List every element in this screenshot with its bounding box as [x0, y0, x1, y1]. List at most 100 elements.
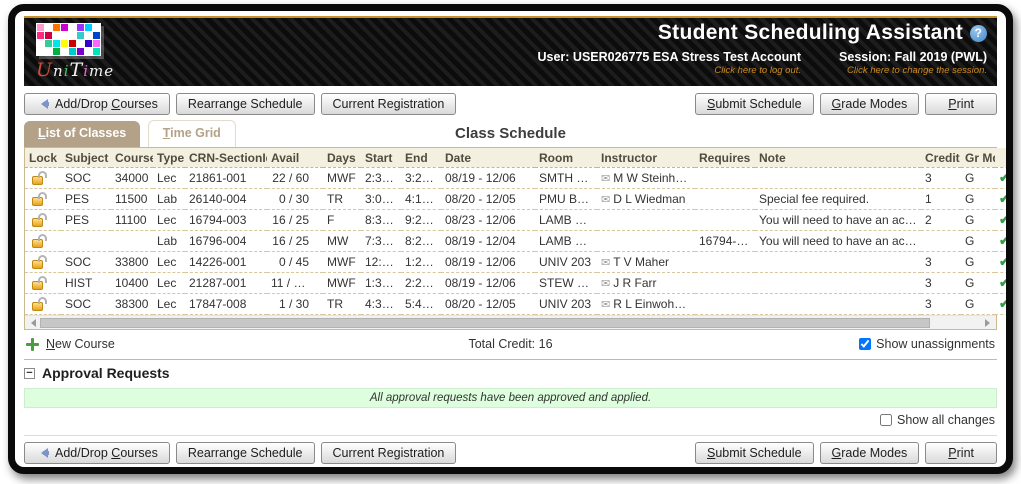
change-session-link[interactable]: Click here to change the session. — [839, 65, 987, 76]
assigned-check-icon: ✔ — [999, 212, 1010, 227]
assigned-check-icon: ✔ — [999, 275, 1010, 290]
new-course-button[interactable]: New Course — [26, 337, 115, 351]
class-row[interactable]: PES11100Lec16794-00316 / 25F8:30a9:20a08… — [25, 210, 1013, 231]
add-drop-courses-button[interactable]: Add/Drop Courses — [24, 93, 170, 115]
column-header-status[interactable] — [995, 148, 1013, 168]
lock-icon[interactable] — [32, 260, 43, 269]
rearrange-schedule-button[interactable]: Rearrange Schedule — [176, 93, 315, 115]
add-drop-courses-button-bottom[interactable]: Add/Drop Courses — [24, 442, 170, 464]
tab-list-of-classes[interactable]: List of Classes — [24, 121, 140, 147]
page: UniTime Student Scheduling Assistant ? U… — [15, 11, 1006, 467]
unitime-logo-mosaic — [36, 23, 101, 56]
envelope-icon: ✉ — [601, 278, 610, 290]
assigned-check-icon: ✔ — [999, 233, 1010, 248]
table-footer: New Course Total Credit: 16 Show unassig… — [24, 330, 997, 359]
print-label: Print — [948, 97, 974, 111]
top-toolbar: Add/Drop Courses Rearrange Schedule Curr… — [24, 86, 997, 120]
rearrange-schedule-button-bottom[interactable]: Rearrange Schedule — [176, 442, 315, 464]
collapse-icon[interactable]: − — [24, 368, 35, 379]
class-schedule-table: LockSubjectCourseTypeCRN-SectionIdAvailD… — [25, 148, 1013, 315]
lock-icon[interactable] — [32, 239, 43, 248]
column-header-lock[interactable]: Lock — [25, 148, 61, 168]
column-header-note[interactable]: Note — [755, 148, 921, 168]
grade-modes-label: Grade Modes — [832, 97, 908, 111]
back-arrow-icon — [36, 99, 49, 109]
column-header-instructor[interactable]: Instructor — [597, 148, 695, 168]
session-label: Session: Fall 2019 (PWL) — [839, 50, 987, 64]
column-header-subject[interactable]: Subject — [61, 148, 111, 168]
submit-schedule-button-bottom[interactable]: Submit Schedule — [695, 442, 814, 464]
show-unassignments-checkbox[interactable] — [859, 338, 871, 350]
header-right: Student Scheduling Assistant ? User: USE… — [537, 21, 987, 76]
current-registration-button[interactable]: Current Registration — [321, 93, 457, 115]
assigned-check-icon: ✔ — [999, 296, 1010, 311]
class-row[interactable]: SOC34000Lec21861-00122 / 60MWF2:30p3:20p… — [25, 168, 1013, 189]
approval-status-message: All approval requests have been approved… — [24, 388, 997, 408]
print-button-bottom[interactable]: Print — [925, 442, 997, 464]
plus-icon — [26, 338, 39, 351]
show-all-changes-row: Show all changes — [24, 408, 997, 433]
column-header-course[interactable]: Course — [111, 148, 153, 168]
lock-icon[interactable] — [32, 176, 43, 185]
column-header-room[interactable]: Room — [535, 148, 597, 168]
total-credit: Total Credit: 16 — [24, 337, 997, 351]
show-all-changes-toggle[interactable]: Show all changes — [880, 413, 995, 427]
help-icon[interactable]: ? — [970, 25, 987, 42]
app-window: UniTime Student Scheduling Assistant ? U… — [8, 4, 1013, 474]
scroll-left-arrow-icon[interactable] — [27, 319, 36, 327]
lock-icon[interactable] — [32, 302, 43, 311]
show-all-changes-checkbox[interactable] — [880, 414, 892, 426]
user-label: User: USER026775 ESA Stress Test Account — [537, 50, 801, 64]
new-course-label: New Course — [46, 337, 115, 351]
print-button[interactable]: Print — [925, 93, 997, 115]
lock-icon[interactable] — [32, 218, 43, 227]
class-row[interactable]: SOC33800Lec14226-0010 / 45MWF12:30p1:20p… — [25, 252, 1013, 273]
scroll-right-arrow-icon[interactable] — [985, 319, 994, 327]
column-header-date[interactable]: Date — [441, 148, 535, 168]
show-unassignments-label: Show unassignments — [876, 337, 995, 351]
envelope-icon: ✉ — [601, 299, 610, 311]
submit-schedule-label: Submit Schedule — [707, 97, 802, 111]
approval-requests-heading: Approval Requests — [42, 365, 170, 381]
column-header-start[interactable]: Start — [361, 148, 401, 168]
bottom-toolbar: Add/Drop Courses Rearrange Schedule Curr… — [24, 435, 997, 471]
envelope-icon: ✉ — [601, 257, 610, 269]
class-row[interactable]: SOC38300Lec17847-0081 / 30TR4:30p5:45p08… — [25, 294, 1013, 315]
column-header-crn-sectionid[interactable]: CRN-SectionId — [185, 148, 267, 168]
show-unassignments-toggle[interactable]: Show unassignments — [859, 337, 995, 351]
app-title: Student Scheduling Assistant — [658, 21, 963, 45]
approval-requests-section: − Approval Requests All approval request… — [24, 359, 997, 433]
column-header-avail[interactable]: Avail — [267, 148, 323, 168]
column-header-credit[interactable]: Credit — [921, 148, 961, 168]
current-registration-button-bottom[interactable]: Current Registration — [321, 442, 457, 464]
horizontal-scrollbar[interactable] — [25, 315, 996, 329]
gold-footer-bar — [15, 471, 1006, 474]
column-header-days[interactable]: Days — [323, 148, 361, 168]
scrollbar-thumb[interactable] — [40, 318, 930, 328]
show-all-changes-label: Show all changes — [897, 413, 995, 427]
column-header-requires[interactable]: Requires — [695, 148, 755, 168]
header: UniTime Student Scheduling Assistant ? U… — [24, 16, 997, 86]
class-row[interactable]: HIST10400Lec21287-00111 / 100MWF1:30p2:2… — [25, 273, 1013, 294]
lock-icon[interactable] — [32, 197, 43, 206]
column-header-type[interactable]: Type — [153, 148, 185, 168]
add-drop-courses-label: Add/Drop Courses — [55, 97, 158, 111]
class-row[interactable]: PES11500Lab26140-0040 / 30TR3:00p4:15p08… — [25, 189, 1013, 210]
column-header-end[interactable]: End — [401, 148, 441, 168]
tab-bar: List of Classes Time Grid Class Schedule — [24, 120, 997, 147]
assigned-check-icon: ✔ — [999, 191, 1010, 206]
lock-icon[interactable] — [32, 281, 43, 290]
logout-link[interactable]: Click here to log out. — [537, 65, 801, 76]
class-row[interactable]: Lab16796-00416 / 25MW7:30a8:20a08/19 - 1… — [25, 231, 1013, 252]
back-arrow-icon — [36, 448, 49, 458]
current-registration-label: Current Registration — [333, 97, 445, 111]
submit-schedule-button[interactable]: Submit Schedule — [695, 93, 814, 115]
grade-modes-button[interactable]: Grade Modes — [820, 93, 920, 115]
assigned-check-icon: ✔ — [999, 254, 1010, 269]
class-table-body: SOC34000Lec21861-00122 / 60MWF2:30p3:20p… — [25, 168, 1013, 315]
column-header-gr-md[interactable]: Gr Md — [961, 148, 995, 168]
tab-time-grid[interactable]: Time Grid — [148, 120, 236, 147]
assigned-check-icon: ✔ — [999, 170, 1010, 185]
table-header-row: LockSubjectCourseTypeCRN-SectionIdAvailD… — [25, 148, 1013, 168]
grade-modes-button-bottom[interactable]: Grade Modes — [820, 442, 920, 464]
